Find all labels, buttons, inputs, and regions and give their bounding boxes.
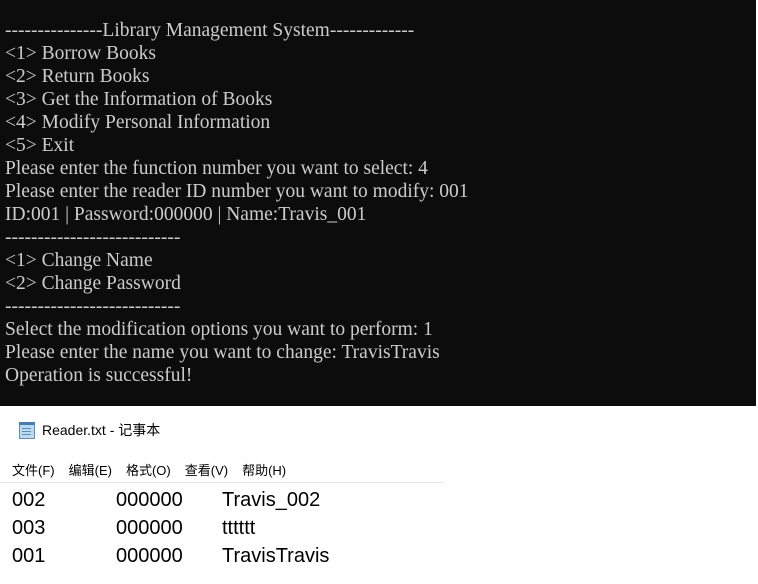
text-row[interactable]: 001 000000 TravisTravis: [12, 542, 329, 570]
console-line: Select the modification options you want…: [5, 319, 433, 340]
console-line: ID:001 | Password:000000 | Name:Travis_0…: [5, 204, 367, 225]
notepad-title-bar: Reader.txt - 记事本: [18, 418, 160, 442]
menu-divider: [0, 482, 444, 483]
reader-password: 000000: [116, 516, 183, 539]
reader-id: 001: [12, 544, 46, 567]
console-line: ---------------------------: [5, 227, 181, 248]
console-line: ---------------Library Management System…: [5, 20, 415, 41]
console-line: <5> Exit: [5, 135, 75, 156]
notepad-icon: [18, 422, 36, 439]
menu-file[interactable]: 文件(F): [12, 460, 55, 479]
console-line: Please enter the reader ID number you wa…: [5, 181, 469, 202]
reader-name: TravisTravis: [222, 544, 330, 567]
console-line: <2> Return Books: [5, 66, 150, 87]
text-row[interactable]: 003 000000 tttttt: [12, 514, 255, 542]
menu-help[interactable]: 帮助(H): [242, 460, 286, 479]
console-line: Please enter the function number you wan…: [5, 158, 428, 179]
menu-edit[interactable]: 编辑(E): [69, 460, 112, 479]
menu-view[interactable]: 查看(V): [185, 460, 228, 479]
console-line: <1> Change Name: [5, 250, 153, 271]
notepad-title: Reader.txt - 记事本: [42, 422, 161, 438]
reader-id: 003: [12, 516, 46, 539]
reader-password: 000000: [116, 544, 183, 567]
console-line: <3> Get the Information of Books: [5, 89, 273, 110]
notepad-menu-bar: 文件(F) 编辑(E) 格式(O) 查看(V) 帮助(H): [12, 460, 300, 479]
reader-name: tttttt: [222, 516, 256, 539]
console-line: <1> Borrow Books: [5, 43, 156, 64]
reader-id: 002: [12, 488, 46, 511]
menu-format[interactable]: 格式(O): [126, 460, 171, 479]
console-window: ---------------Library Management System…: [0, 0, 756, 406]
text-row[interactable]: 002 000000 Travis_002: [12, 486, 320, 514]
console-line: <2> Change Password: [5, 273, 181, 294]
console-line: <4> Modify Personal Information: [5, 112, 271, 133]
reader-password: 000000: [116, 488, 183, 511]
reader-name: Travis_002: [222, 488, 321, 511]
console-line: Operation is successful!: [5, 365, 193, 386]
console-line: Please enter the name you want to change…: [5, 342, 440, 363]
console-line: ---------------------------: [5, 296, 181, 317]
